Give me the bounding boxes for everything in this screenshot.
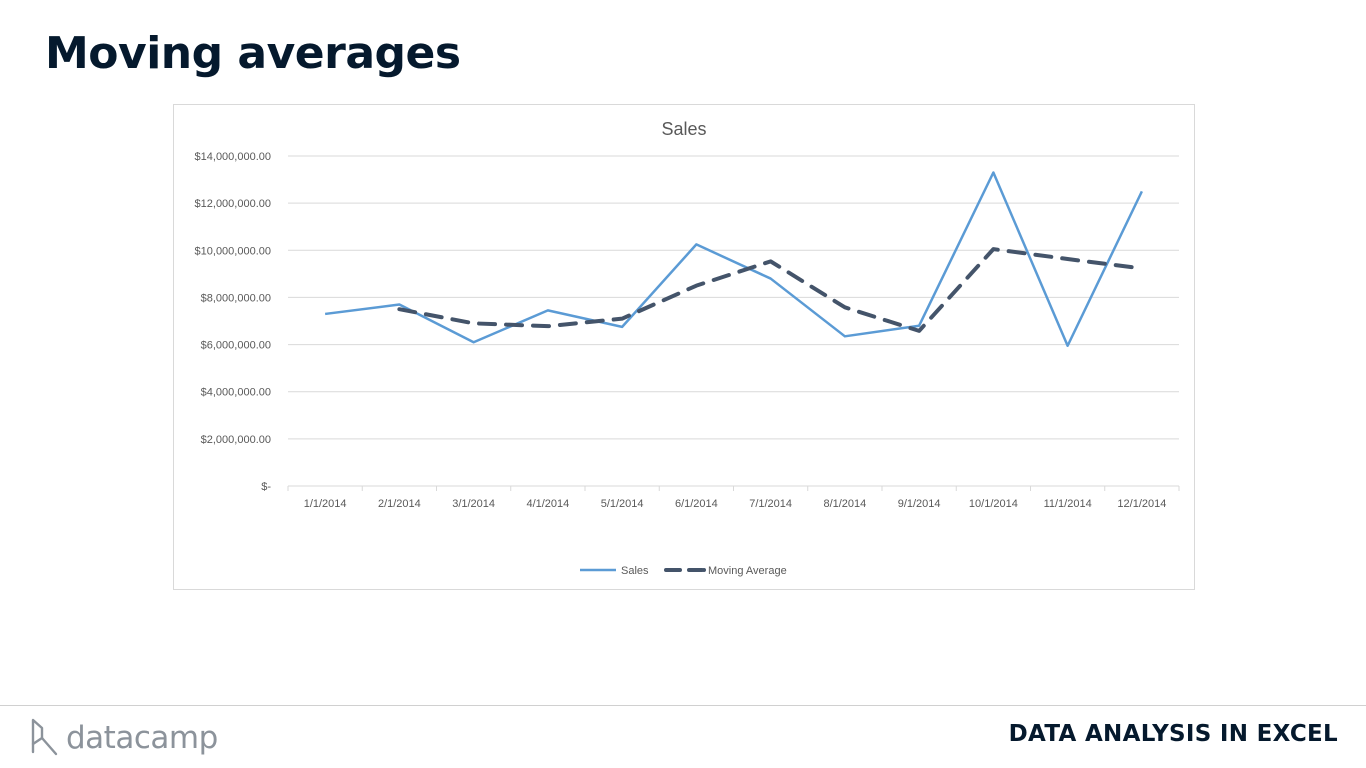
- x-tick-label: 2/1/2014: [378, 498, 421, 510]
- y-tick-label: $-: [261, 481, 271, 493]
- brand-name: datacamp: [66, 720, 218, 756]
- datacamp-logo-icon: [28, 716, 58, 760]
- footer-divider: [0, 705, 1366, 706]
- y-tick-label: $10,000,000.00: [195, 245, 271, 257]
- legend-sales-label: Sales: [621, 565, 649, 577]
- y-tick-label: $4,000,000.00: [201, 387, 271, 399]
- x-tick-label: 11/1/2014: [1044, 498, 1092, 510]
- x-tick-label: 6/1/2014: [675, 498, 718, 510]
- y-tick-label: $2,000,000.00: [201, 434, 271, 446]
- slide-title: Moving averages: [45, 28, 461, 79]
- sales-line: [324, 171, 1144, 347]
- x-tick-label: 7/1/2014: [749, 498, 792, 510]
- x-tick-label: 4/1/2014: [526, 498, 569, 510]
- y-tick-label: $14,000,000.00: [195, 151, 271, 163]
- chart-title: Sales: [661, 119, 706, 139]
- sales-line-chart: Sales $- $2,000,000.00 $4,000,000.00 $6,000…: [195, 119, 1180, 577]
- x-tick-label: 12/1/2014: [1117, 498, 1166, 510]
- x-tick-label: 9/1/2014: [898, 498, 941, 510]
- x-tick-label: 10/1/2014: [969, 498, 1018, 510]
- chart-area: Sales $- $2,000,000.00 $4,000,000.00 $6,000…: [173, 104, 1195, 590]
- legend-moving-average-dot: [702, 568, 706, 572]
- x-tick-label: 3/1/2014: [452, 498, 495, 510]
- y-tick-label: $12,000,000.00: [195, 198, 271, 210]
- x-tick-label: 8/1/2014: [823, 498, 866, 510]
- y-tick-label: $8,000,000.00: [201, 292, 271, 304]
- course-title: DATA ANALYSIS IN EXCEL: [1008, 721, 1338, 747]
- legend-moving-average-label: Moving Average: [708, 565, 787, 577]
- brand-logo: datacamp: [28, 716, 218, 760]
- x-tick-label: 1/1/2014: [304, 498, 347, 510]
- y-tick-label: $6,000,000.00: [201, 340, 271, 352]
- x-tick-label: 5/1/2014: [601, 498, 644, 510]
